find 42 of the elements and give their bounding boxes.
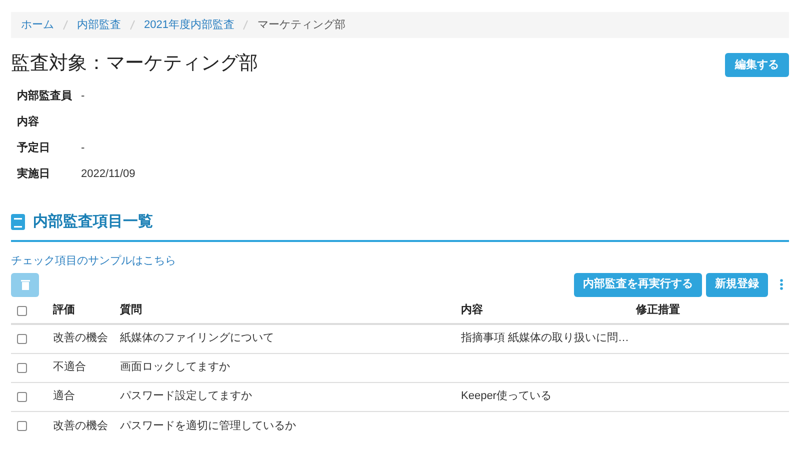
detail-label: 実施日 bbox=[16, 166, 51, 182]
table-cell: パスワードを適切に管理しているか bbox=[120, 420, 296, 432]
detail-label: 内容 bbox=[16, 114, 40, 130]
detail-value: - bbox=[81, 88, 85, 104]
checkbox[interactable] bbox=[17, 421, 27, 431]
separator-icon bbox=[243, 20, 248, 30]
breadcrumb-current: マーケティング部 bbox=[257, 18, 346, 33]
page-title: 監査対象：マーケティング部 bbox=[11, 52, 258, 76]
breadcrumb-link[interactable]: 2021年度内部監査 bbox=[144, 16, 234, 34]
table-cell: 指摘事項 紙媒体の取り扱いに問… bbox=[461, 332, 630, 344]
checkbox[interactable] bbox=[17, 362, 27, 372]
book-icon bbox=[11, 214, 25, 230]
table-cell: 紙媒体のファイリングについて bbox=[120, 332, 274, 344]
table-cell: 改善の機会 bbox=[53, 332, 108, 344]
checkbox[interactable] bbox=[17, 392, 27, 402]
section-title: 内部監査項目一覧 bbox=[33, 212, 153, 232]
column-header: 内容 bbox=[461, 304, 483, 316]
column-header: 修正措置 bbox=[636, 304, 680, 316]
column-header: 質問 bbox=[120, 304, 142, 316]
sample-link[interactable]: チェック項目のサンプルはこちら bbox=[11, 254, 176, 266]
table-cell: 不適合 bbox=[53, 361, 86, 374]
separator-icon bbox=[63, 20, 68, 30]
trash-icon bbox=[20, 280, 30, 290]
breadcrumb-link[interactable]: ホーム bbox=[21, 16, 54, 34]
table-cell: 改善の機会 bbox=[53, 420, 108, 432]
detail-label: 予定日 bbox=[16, 140, 51, 156]
table-cell: パスワード設定してますか bbox=[120, 390, 252, 402]
more-icon[interactable] bbox=[780, 279, 783, 290]
checkbox[interactable] bbox=[17, 306, 27, 316]
edit-button[interactable]: 編集する bbox=[725, 53, 789, 77]
table-cell: Keeper使っている bbox=[461, 390, 552, 402]
column-header: 評価 bbox=[53, 304, 75, 316]
table-cell: 適合 bbox=[53, 390, 75, 402]
action-button[interactable]: 内部監査を再実行する bbox=[574, 272, 702, 296]
detail-value: 2022/11/09 bbox=[81, 166, 136, 182]
separator-icon bbox=[130, 20, 135, 30]
checkbox[interactable] bbox=[17, 334, 27, 344]
detail-label: 内部監査員 bbox=[16, 88, 73, 104]
action-button[interactable]: 新規登録 bbox=[706, 272, 768, 296]
breadcrumb-link[interactable]: 内部監査 bbox=[77, 16, 121, 34]
detail-value: - bbox=[81, 140, 85, 156]
table-cell: 画面ロックしてますか bbox=[120, 361, 230, 374]
